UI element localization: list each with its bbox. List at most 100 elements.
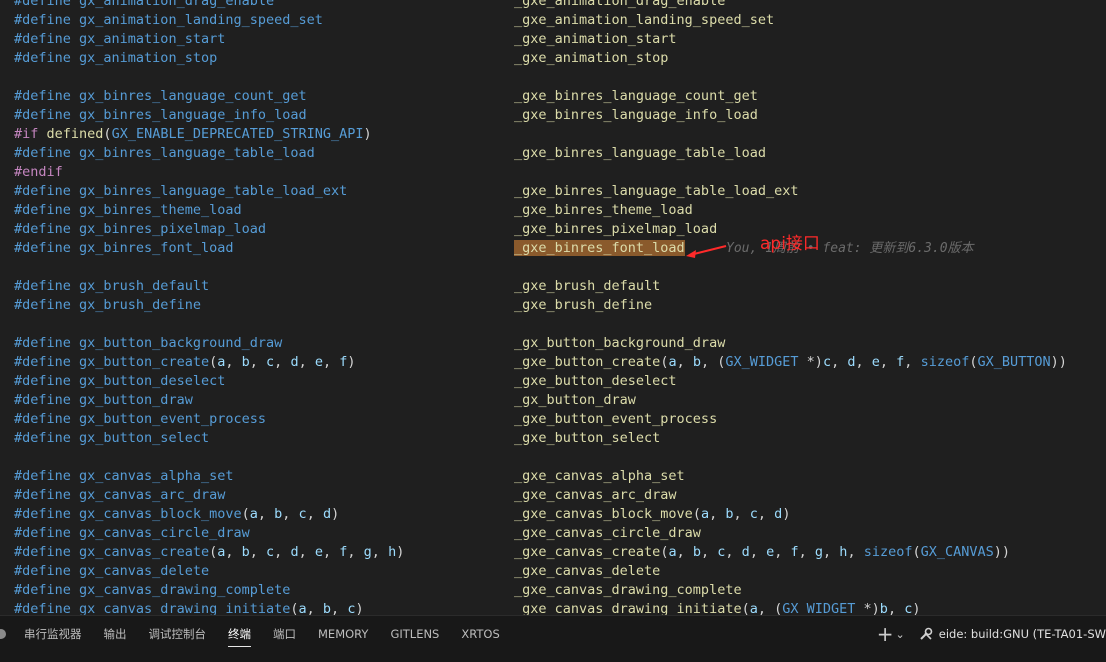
code-token: #define: [14, 50, 71, 66]
code-line[interactable]: #define gx_animation_stop _gxe_animation_…: [0, 49, 1106, 68]
code-line[interactable]: #endif: [0, 163, 1106, 182]
code-token: ,: [774, 544, 791, 560]
macro-name: #define gx_button_event_process: [14, 410, 266, 429]
code-line[interactable]: #define gx_canvas_arc_draw _gxe_canvas_ar…: [0, 486, 1106, 505]
code-line[interactable]: #define gx_binres_language_count_get _gxe…: [0, 87, 1106, 106]
add-terminal-icon[interactable]: +: [877, 622, 894, 646]
scroll-left-icon[interactable]: [0, 629, 6, 639]
panel-tab[interactable]: 调试控制台: [149, 616, 207, 652]
code-line[interactable]: #define gx_animation_landing_speed_set _g…: [0, 11, 1106, 30]
code-line[interactable]: #define gx_brush_default _gxe_brush_defau…: [0, 277, 1106, 296]
code-line[interactable]: #define gx_binres_language_table_load_ex…: [0, 182, 1106, 201]
code-token: _gxe_canvas_delete: [514, 563, 661, 579]
macro-name: #if defined(GX_ENABLE_DEPRECATED_STRING_…: [14, 125, 372, 144]
code-line[interactable]: #define gx_binres_theme_load _gxe_binres_…: [0, 201, 1106, 220]
code-line[interactable]: #define gx_button_create(a, b, c, d, e , …: [0, 353, 1106, 372]
code-line[interactable]: #define gx_canvas_drawing_complete _gxe_c…: [0, 581, 1106, 600]
code-line[interactable]: #define gx_button_background_draw _gx_but…: [0, 334, 1106, 353]
code-token: ,: [831, 354, 848, 370]
code-line[interactable]: [0, 258, 1106, 277]
code-token: d: [290, 354, 299, 370]
code-token: (: [290, 601, 299, 615]
code-token: #define: [14, 145, 71, 161]
code-line[interactable]: #define gx_animation_start _gxe_animation…: [0, 30, 1106, 49]
code-token: GX_WIDGET: [782, 601, 856, 615]
code-line[interactable]: #define gx_animation_drag_enable _gxe_ani…: [0, 0, 1106, 11]
macro-name: #define gx_canvas_circle_draw: [14, 524, 250, 543]
code-token: ,: [225, 354, 242, 370]
annotation-label: api接口: [760, 234, 820, 254]
code-line[interactable]: #define gx_binres_pixelmap_load _gxe_binr…: [0, 220, 1106, 239]
code-token: (: [209, 544, 218, 560]
build-status[interactable]: eide: build:GNU (TE-TA01-SW: [939, 627, 1106, 641]
code-token: gx_animation_drag_enable: [70, 0, 275, 9]
code-line[interactable]: #define gx_button_select _gxe_button_sele…: [0, 429, 1106, 448]
code-token: ,: [306, 601, 323, 615]
code-token: g: [814, 544, 824, 560]
code-line[interactable]: [0, 68, 1106, 87]
code-line[interactable]: #define gx_canvas_create(a, b, c, d, e, …: [0, 543, 1106, 562]
panel-tab[interactable]: 终端: [228, 616, 251, 652]
code-token: gx_animation_landing_speed_set: [70, 12, 323, 28]
code-line[interactable]: #define gx_binres_font_load _gxe_binres_f…: [0, 239, 1106, 258]
code-token: *): [855, 601, 880, 615]
code-token: #define: [14, 297, 71, 313]
code-token: _gxe_binres_pixelmap_load: [514, 221, 718, 237]
code-token: a: [668, 354, 677, 370]
code-line[interactable]: #define gx_brush_define _gxe_brush_define: [0, 296, 1106, 315]
code-line[interactable]: #define gx_canvas_delete _gxe_canvas_dele…: [0, 562, 1106, 581]
code-token: b: [879, 601, 888, 615]
code-line[interactable]: [0, 315, 1106, 334]
code-line[interactable]: #define gx_button_draw _gx_button_draw: [0, 391, 1106, 410]
macro-target: _gxe_animation_stop: [514, 49, 668, 68]
code-line[interactable]: #define gx_canvas_alpha_set _gxe_canvas_a…: [0, 467, 1106, 486]
code-line[interactable]: #define gx_button_deselect _gxe_button_de…: [0, 372, 1106, 391]
code-line[interactable]: #define gx_canvas_drawing_initiate(a, b,…: [0, 600, 1106, 615]
macro-target: _gxe_canvas_create(a, b, c, d, e, f, g, …: [514, 543, 1010, 562]
code-line[interactable]: [0, 448, 1106, 467]
code-editor[interactable]: #define gx_animation_drag_enable _gxe_ani…: [0, 0, 1106, 615]
code-token: c: [749, 506, 758, 522]
code-token: _gxe_animation_drag_enable: [514, 0, 726, 9]
code-token: _gxe_animation_start: [514, 31, 677, 47]
code-token: c: [266, 544, 275, 560]
code-line[interactable]: #define gx_canvas_block_move(a, b, c, d)…: [0, 505, 1106, 524]
code-token: ,: [879, 354, 897, 370]
code-token: ): [782, 506, 791, 522]
panel-tab[interactable]: GITLENS: [390, 616, 439, 652]
panel-tab[interactable]: XRTOS: [461, 616, 499, 652]
panel-tab[interactable]: MEMORY: [318, 616, 368, 652]
macro-name: #define gx_brush_define: [14, 296, 201, 315]
panel-tab[interactable]: 输出: [104, 616, 127, 652]
macro-name: #define gx_canvas_drawing_initiate(a, b,…: [14, 600, 364, 615]
code-token: e: [766, 544, 775, 560]
macro-name: #define gx_binres_pixelmap_load: [14, 220, 266, 239]
code-token: d: [741, 544, 750, 560]
macro-name: #define gx_canvas_drawing_complete: [14, 581, 290, 600]
code-line[interactable]: #define gx_canvas_circle_draw _gxe_canvas…: [0, 524, 1106, 543]
code-token: e: [314, 354, 323, 370]
macro-target: _gxe_binres_pixelmap_load: [514, 220, 717, 239]
code-token: _gxe_brush_default: [514, 278, 661, 294]
macro-target: _gxe_binres_language_info_load: [514, 106, 758, 125]
panel-tab[interactable]: 端口: [273, 616, 296, 652]
code-token: c: [822, 354, 832, 370]
code-line[interactable]: #define gx_button_event_process _gxe_butt…: [0, 410, 1106, 429]
chevron-down-icon[interactable]: ⌄: [896, 628, 905, 641]
code-token: ,: [274, 354, 291, 370]
code-line[interactable]: #define gx_binres_language_table_load _gx…: [0, 144, 1106, 163]
panel-actions: + ⌄ eide: build:GNU (TE-TA01-SW: [877, 616, 1106, 652]
code-token: _gxe_binres_language_info_load: [514, 107, 758, 123]
code-token: ): [396, 544, 405, 560]
code-token: e: [314, 544, 323, 560]
macro-target: _gxe_canvas_drawing_complete: [514, 581, 742, 600]
code-token: ,: [225, 544, 242, 560]
panel-tab[interactable]: 串行监视器: [24, 616, 82, 652]
code-line[interactable]: #if defined(GX_ENABLE_DEPRECATED_STRING_…: [0, 125, 1106, 144]
code-token: ,: [371, 544, 389, 560]
macro-target: _gxe_canvas_delete: [514, 562, 660, 581]
code-token: )): [993, 544, 1011, 560]
code-token: #define: [14, 278, 71, 294]
code-line[interactable]: #define gx_binres_language_info_load _gxe…: [0, 106, 1106, 125]
code-token: ,: [749, 544, 767, 560]
